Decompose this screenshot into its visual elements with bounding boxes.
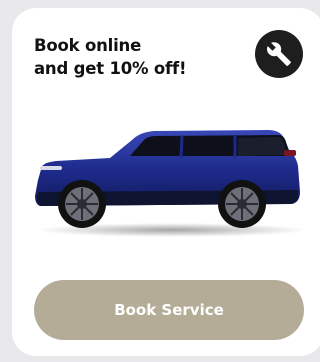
promo-headline-line-2: and get 10% off! — [34, 59, 187, 78]
service-icon-button[interactable] — [255, 30, 303, 78]
promo-card: Book online and get 10% off! Book Servic… — [12, 8, 320, 356]
suv-vehicle-image — [35, 130, 307, 237]
car-rear-window — [238, 137, 287, 156]
car-headlight — [40, 166, 62, 170]
car-rear-wheel — [218, 180, 266, 228]
car-front-wheel — [58, 180, 106, 228]
promo-headline-line-1: Book online — [34, 36, 142, 55]
promo-headline: Book online and get 10% off! — [34, 34, 187, 80]
wrench-icon — [267, 42, 291, 66]
book-service-button[interactable]: Book Service — [34, 280, 304, 340]
car-taillight — [284, 150, 296, 156]
